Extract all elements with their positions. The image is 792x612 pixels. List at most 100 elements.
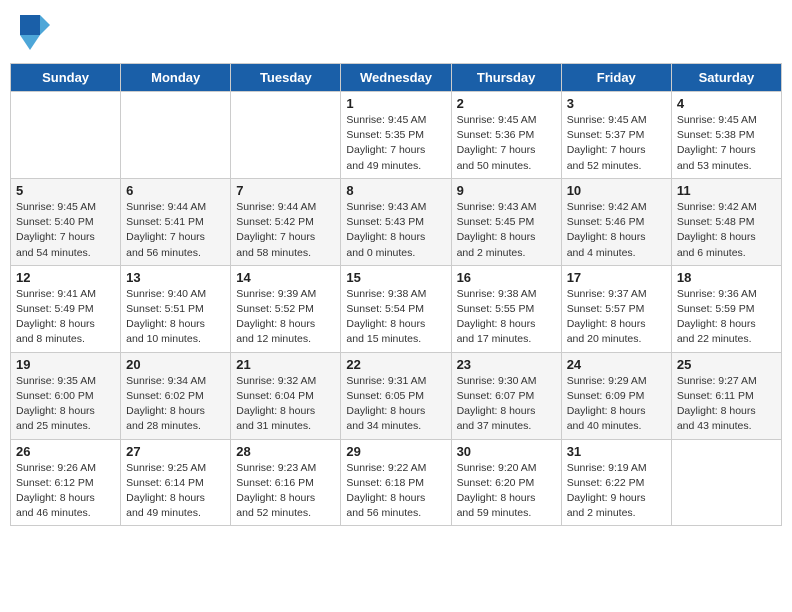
day-number: 10: [567, 183, 666, 198]
day-number: 25: [677, 357, 776, 372]
calendar-week-row: 5 Sunrise: 9:45 AMSunset: 5:40 PMDaylight…: [11, 178, 782, 265]
day-number: 11: [677, 183, 776, 198]
day-info: Sunrise: 9:45 AMSunset: 5:36 PMDaylight:…: [457, 113, 556, 174]
calendar-cell: 12 Sunrise: 9:41 AMSunset: 5:49 PMDayligh…: [11, 265, 121, 352]
day-number: 3: [567, 96, 666, 111]
logo-icon: [20, 15, 50, 50]
calendar-cell: 22 Sunrise: 9:31 AMSunset: 6:05 PMDayligh…: [341, 352, 451, 439]
calendar-cell: 25 Sunrise: 9:27 AMSunset: 6:11 PMDayligh…: [671, 352, 781, 439]
day-number: 14: [236, 270, 335, 285]
calendar-cell: 11Sunrise: 9:42 AMSunset: 5:48 PMDayligh…: [671, 178, 781, 265]
calendar-cell: [121, 92, 231, 179]
day-of-week-header: Friday: [561, 64, 671, 92]
calendar-cell: 8Sunrise: 9:43 AMSunset: 5:43 PMDaylight…: [341, 178, 451, 265]
day-info: Sunrise: 9:42 AMSunset: 5:46 PMDaylight:…: [567, 200, 666, 261]
calendar-cell: [671, 439, 781, 526]
calendar-cell: 27 Sunrise: 9:25 AMSunset: 6:14 PMDayligh…: [121, 439, 231, 526]
day-number: 2: [457, 96, 556, 111]
day-info: Sunrise: 9:38 AMSunset: 5:55 PMDaylight:…: [457, 287, 556, 348]
day-number: 30: [457, 444, 556, 459]
day-of-week-header: Monday: [121, 64, 231, 92]
day-number: 22: [346, 357, 445, 372]
calendar-week-row: 26Sunrise: 9:26 AMSunset: 6:12 PMDayligh…: [11, 439, 782, 526]
day-number: 29: [346, 444, 445, 459]
day-number: 15: [346, 270, 445, 285]
day-number: 17: [567, 270, 666, 285]
day-of-week-header: Tuesday: [231, 64, 341, 92]
day-number: 12: [16, 270, 115, 285]
calendar-cell: 7Sunrise: 9:44 AMSunset: 5:42 PMDaylight…: [231, 178, 341, 265]
day-number: 7: [236, 183, 335, 198]
calendar-cell: 26Sunrise: 9:26 AMSunset: 6:12 PMDayligh…: [11, 439, 121, 526]
day-info: Sunrise: 9:44 AMSunset: 5:41 PMDaylight:…: [126, 200, 225, 261]
day-info: Sunrise: 9:32 AMSunset: 6:04 PMDaylight:…: [236, 374, 335, 435]
day-info: Sunrise: 9:27 AMSunset: 6:11 PMDaylight:…: [677, 374, 776, 435]
day-info: Sunrise: 9:45 AMSunset: 5:40 PMDaylight:…: [16, 200, 115, 261]
day-number: 27: [126, 444, 225, 459]
day-info: Sunrise: 9:45 AMSunset: 5:35 PMDaylight:…: [346, 113, 445, 174]
day-info: Sunrise: 9:35 AMSunset: 6:00 PMDaylight:…: [16, 374, 115, 435]
day-info: Sunrise: 9:43 AMSunset: 5:45 PMDaylight:…: [457, 200, 556, 261]
calendar-cell: 31 Sunrise: 9:19 AMSunset: 6:22 PMDayligh…: [561, 439, 671, 526]
day-info: Sunrise: 9:25 AMSunset: 6:14 PMDaylight:…: [126, 461, 225, 522]
calendar-cell: 9 Sunrise: 9:43 AMSunset: 5:45 PMDaylight…: [451, 178, 561, 265]
day-number: 1: [346, 96, 445, 111]
calendar-cell: 29 Sunrise: 9:22 AMSunset: 6:18 PMDayligh…: [341, 439, 451, 526]
calendar-cell: 24Sunrise: 9:29 AMSunset: 6:09 PMDayligh…: [561, 352, 671, 439]
day-number: 21: [236, 357, 335, 372]
calendar-cell: 20Sunrise: 9:34 AMSunset: 6:02 PMDayligh…: [121, 352, 231, 439]
day-info: Sunrise: 9:43 AMSunset: 5:43 PMDaylight:…: [346, 200, 445, 261]
calendar-table: SundayMondayTuesdayWednesdayThursdayFrid…: [10, 63, 782, 526]
day-number: 20: [126, 357, 225, 372]
day-of-week-header: Saturday: [671, 64, 781, 92]
logo: [20, 15, 52, 50]
day-info: Sunrise: 9:36 AMSunset: 5:59 PMDaylight:…: [677, 287, 776, 348]
day-number: 6: [126, 183, 225, 198]
day-number: 19: [16, 357, 115, 372]
day-of-week-header: Sunday: [11, 64, 121, 92]
calendar-week-row: 19 Sunrise: 9:35 AMSunset: 6:00 PMDayligh…: [11, 352, 782, 439]
day-info: Sunrise: 9:41 AMSunset: 5:49 PMDaylight:…: [16, 287, 115, 348]
calendar-cell: 13 Sunrise: 9:40 AMSunset: 5:51 PMDayligh…: [121, 265, 231, 352]
calendar-cell: 2 Sunrise: 9:45 AMSunset: 5:36 PMDaylight…: [451, 92, 561, 179]
day-info: Sunrise: 9:30 AMSunset: 6:07 PMDaylight:…: [457, 374, 556, 435]
calendar-header-row: SundayMondayTuesdayWednesdayThursdayFrid…: [11, 64, 782, 92]
calendar-cell: [11, 92, 121, 179]
day-number: 16: [457, 270, 556, 285]
day-number: 9: [457, 183, 556, 198]
day-number: 23: [457, 357, 556, 372]
day-number: 31: [567, 444, 666, 459]
calendar-week-row: 1 Sunrise: 9:45 AMSunset: 5:35 PMDaylight…: [11, 92, 782, 179]
day-of-week-header: Wednesday: [341, 64, 451, 92]
calendar-cell: 19 Sunrise: 9:35 AMSunset: 6:00 PMDayligh…: [11, 352, 121, 439]
day-number: 13: [126, 270, 225, 285]
calendar-cell: 28Sunrise: 9:23 AMSunset: 6:16 PMDayligh…: [231, 439, 341, 526]
day-info: Sunrise: 9:19 AMSunset: 6:22 PMDaylight:…: [567, 461, 666, 522]
calendar-cell: 4 Sunrise: 9:45 AMSunset: 5:38 PMDaylight…: [671, 92, 781, 179]
day-number: 4: [677, 96, 776, 111]
day-number: 18: [677, 270, 776, 285]
calendar-cell: 3Sunrise: 9:45 AMSunset: 5:37 PMDaylight…: [561, 92, 671, 179]
day-of-week-header: Thursday: [451, 64, 561, 92]
calendar-week-row: 12 Sunrise: 9:41 AMSunset: 5:49 PMDayligh…: [11, 265, 782, 352]
day-info: Sunrise: 9:37 AMSunset: 5:57 PMDaylight:…: [567, 287, 666, 348]
calendar-cell: 21 Sunrise: 9:32 AMSunset: 6:04 PMDayligh…: [231, 352, 341, 439]
calendar-cell: 5 Sunrise: 9:45 AMSunset: 5:40 PMDaylight…: [11, 178, 121, 265]
calendar-cell: 18 Sunrise: 9:36 AMSunset: 5:59 PMDayligh…: [671, 265, 781, 352]
day-info: Sunrise: 9:20 AMSunset: 6:20 PMDaylight:…: [457, 461, 556, 522]
calendar-cell: 10 Sunrise: 9:42 AMSunset: 5:46 PMDayligh…: [561, 178, 671, 265]
day-info: Sunrise: 9:45 AMSunset: 5:38 PMDaylight:…: [677, 113, 776, 174]
day-number: 24: [567, 357, 666, 372]
day-info: Sunrise: 9:40 AMSunset: 5:51 PMDaylight:…: [126, 287, 225, 348]
day-info: Sunrise: 9:38 AMSunset: 5:54 PMDaylight:…: [346, 287, 445, 348]
day-number: 5: [16, 183, 115, 198]
calendar-cell: 14 Sunrise: 9:39 AMSunset: 5:52 PMDayligh…: [231, 265, 341, 352]
calendar-cell: 6 Sunrise: 9:44 AMSunset: 5:41 PMDaylight…: [121, 178, 231, 265]
day-info: Sunrise: 9:31 AMSunset: 6:05 PMDaylight:…: [346, 374, 445, 435]
calendar-cell: 15 Sunrise: 9:38 AMSunset: 5:54 PMDayligh…: [341, 265, 451, 352]
day-number: 26: [16, 444, 115, 459]
day-info: Sunrise: 9:39 AMSunset: 5:52 PMDaylight:…: [236, 287, 335, 348]
calendar-cell: 1 Sunrise: 9:45 AMSunset: 5:35 PMDaylight…: [341, 92, 451, 179]
day-info: Sunrise: 9:22 AMSunset: 6:18 PMDaylight:…: [346, 461, 445, 522]
page-header: [10, 10, 782, 55]
